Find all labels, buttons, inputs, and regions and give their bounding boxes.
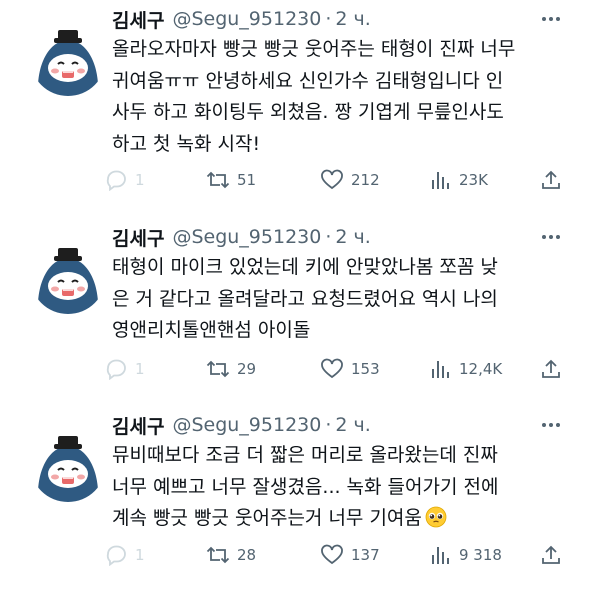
repost-count: 28 (237, 546, 257, 564)
views-count: 23K (459, 171, 488, 189)
like-button[interactable]: 137 (320, 542, 380, 568)
more-icon[interactable] (538, 8, 564, 30)
like-icon (321, 544, 343, 565)
reply-icon (106, 545, 126, 566)
share-button[interactable] (540, 356, 562, 382)
reply-icon (106, 359, 126, 380)
avatar[interactable] (30, 238, 106, 314)
repost-button[interactable]: 28 (206, 542, 256, 568)
tweet-text-segment: 계속 빵긋 빵긋 웃어주는거 너무 기여움 (112, 507, 422, 529)
reply-count: 1 (135, 546, 145, 564)
tweet-text-line: 귀여움ㅠㅠ 안녕하세요 신인가수 김태형입니다 인 (112, 69, 504, 92)
author-handle[interactable]: @Segu_951230 (172, 8, 321, 30)
views-count: 12,4K (459, 360, 503, 378)
share-button[interactable] (540, 167, 562, 193)
tweet-text-line: 하고 첫 녹화 시작! (112, 132, 261, 155)
share-icon (542, 170, 560, 189)
tweet[interactable]: 김세구 @Segu_951230 · 2 ч. 올라오자마자 빵긋 빵긋 웃어주… (0, 4, 592, 204)
share-icon (542, 545, 560, 564)
views-icon (432, 547, 449, 564)
like-button[interactable]: 212 (320, 167, 380, 193)
repost-count: 51 (237, 171, 257, 189)
author-name[interactable]: 김세구 (112, 6, 164, 33)
tweet-text-line: 태형이 마이크 있었는데 키에 안맞았나봄 쪼꼼 낮 (112, 256, 498, 278)
reply-count: 1 (135, 171, 145, 189)
tweet-timestamp[interactable]: 2 ч. (335, 226, 370, 248)
tweet-actions: 1 28 137 9 318 (104, 542, 574, 568)
like-count: 137 (351, 546, 380, 564)
tweet-text-line: 사두 하고 화이팅두 외쳤음. 짱 기엽게 무릎인사도 (112, 101, 504, 123)
avatar[interactable] (30, 426, 106, 502)
like-count: 212 (351, 171, 380, 189)
author-name[interactable]: 김세구 (112, 412, 164, 439)
like-count: 153 (351, 360, 380, 378)
more-icon[interactable] (538, 226, 564, 248)
tweet-text: 태형이 마이크 있었는데 키에 안맞았나봄 쪼꼼 낮 은 거 같다고 올려달라고… (112, 252, 572, 347)
more-icon[interactable] (538, 414, 564, 436)
repost-button[interactable]: 29 (206, 356, 256, 382)
repost-count: 29 (237, 360, 257, 378)
repost-icon (206, 546, 230, 564)
reply-button[interactable]: 1 (104, 356, 145, 382)
author-handle[interactable]: @Segu_951230 (172, 414, 321, 436)
like-button[interactable]: 153 (320, 356, 380, 382)
tweet-text-line: 너무 예쁘고 너무 잘생겼음... 녹화 들어가기 전에 (112, 475, 499, 498)
tweet-text-line: 영앤리치톨앤핸섬 아이돌 (112, 319, 311, 341)
views-icon (432, 172, 449, 189)
views-button[interactable]: 23K (430, 167, 488, 193)
reply-icon (106, 170, 126, 191)
reply-count: 1 (135, 360, 145, 378)
separator-dot: · (325, 226, 332, 248)
separator-dot: · (325, 414, 332, 436)
tweet-text-line: 계속 빵긋 빵긋 웃어주는거 너무 기여움 (112, 503, 572, 539)
tweet-timestamp[interactable]: 2 ч. (335, 8, 370, 30)
tweet-actions: 1 51 212 23K (104, 167, 574, 193)
author-handle[interactable]: @Segu_951230 (172, 226, 321, 248)
author-name[interactable]: 김세구 (112, 224, 164, 251)
views-icon (432, 361, 449, 378)
tweet-header: 김세구 @Segu_951230 · 2 ч. (112, 222, 371, 252)
pleading-face-emoji (425, 506, 447, 539)
tweet[interactable]: 김세구 @Segu_951230 · 2 ч. 태형이 마이크 있었는데 키에 … (0, 222, 592, 392)
tweet-text-line: 뮤비때보다 조금 더 짧은 머리로 올라왔는데 진짜 (112, 444, 498, 466)
tweet-actions: 1 29 153 12,4K (104, 356, 574, 382)
views-button[interactable]: 9 318 (430, 542, 502, 568)
avatar[interactable] (30, 20, 106, 96)
tweet-text: 뮤비때보다 조금 더 짧은 머리로 올라왔는데 진짜 너무 예쁘고 너무 잘생겼… (112, 440, 572, 539)
reply-button[interactable]: 1 (104, 542, 145, 568)
tweet-header: 김세구 @Segu_951230 · 2 ч. (112, 4, 371, 34)
tweet-timeline: 김세구 @Segu_951230 · 2 ч. 올라오자마자 빵긋 빵긋 웃어주… (0, 0, 592, 604)
tweet-timestamp[interactable]: 2 ч. (335, 414, 370, 436)
tweet-text: 올라오자마자 빵긋 빵긋 웃어주는 태형이 진짜 너무 귀여움ㅠㅠ 안녕하세요 … (112, 34, 572, 160)
reply-button[interactable]: 1 (104, 167, 145, 193)
views-count: 9 318 (459, 546, 502, 564)
like-icon (321, 358, 343, 379)
views-button[interactable]: 12,4K (430, 356, 502, 382)
repost-icon (206, 171, 230, 189)
like-icon (321, 169, 343, 190)
repost-button[interactable]: 51 (206, 167, 256, 193)
tweet-header: 김세구 @Segu_951230 · 2 ч. (112, 410, 371, 440)
tweet-text-line: 은 거 같다고 올려달라고 요청드렸어요 역시 나의 (112, 287, 498, 310)
separator-dot: · (325, 8, 332, 30)
repost-icon (206, 360, 230, 378)
tweet-text-line: 올라오자마자 빵긋 빵긋 웃어주는 태형이 진짜 너무 (112, 38, 516, 60)
share-button[interactable] (540, 542, 562, 568)
share-icon (542, 359, 560, 378)
tweet[interactable]: 김세구 @Segu_951230 · 2 ч. 뮤비때보다 조금 더 짧은 머리… (0, 410, 592, 600)
